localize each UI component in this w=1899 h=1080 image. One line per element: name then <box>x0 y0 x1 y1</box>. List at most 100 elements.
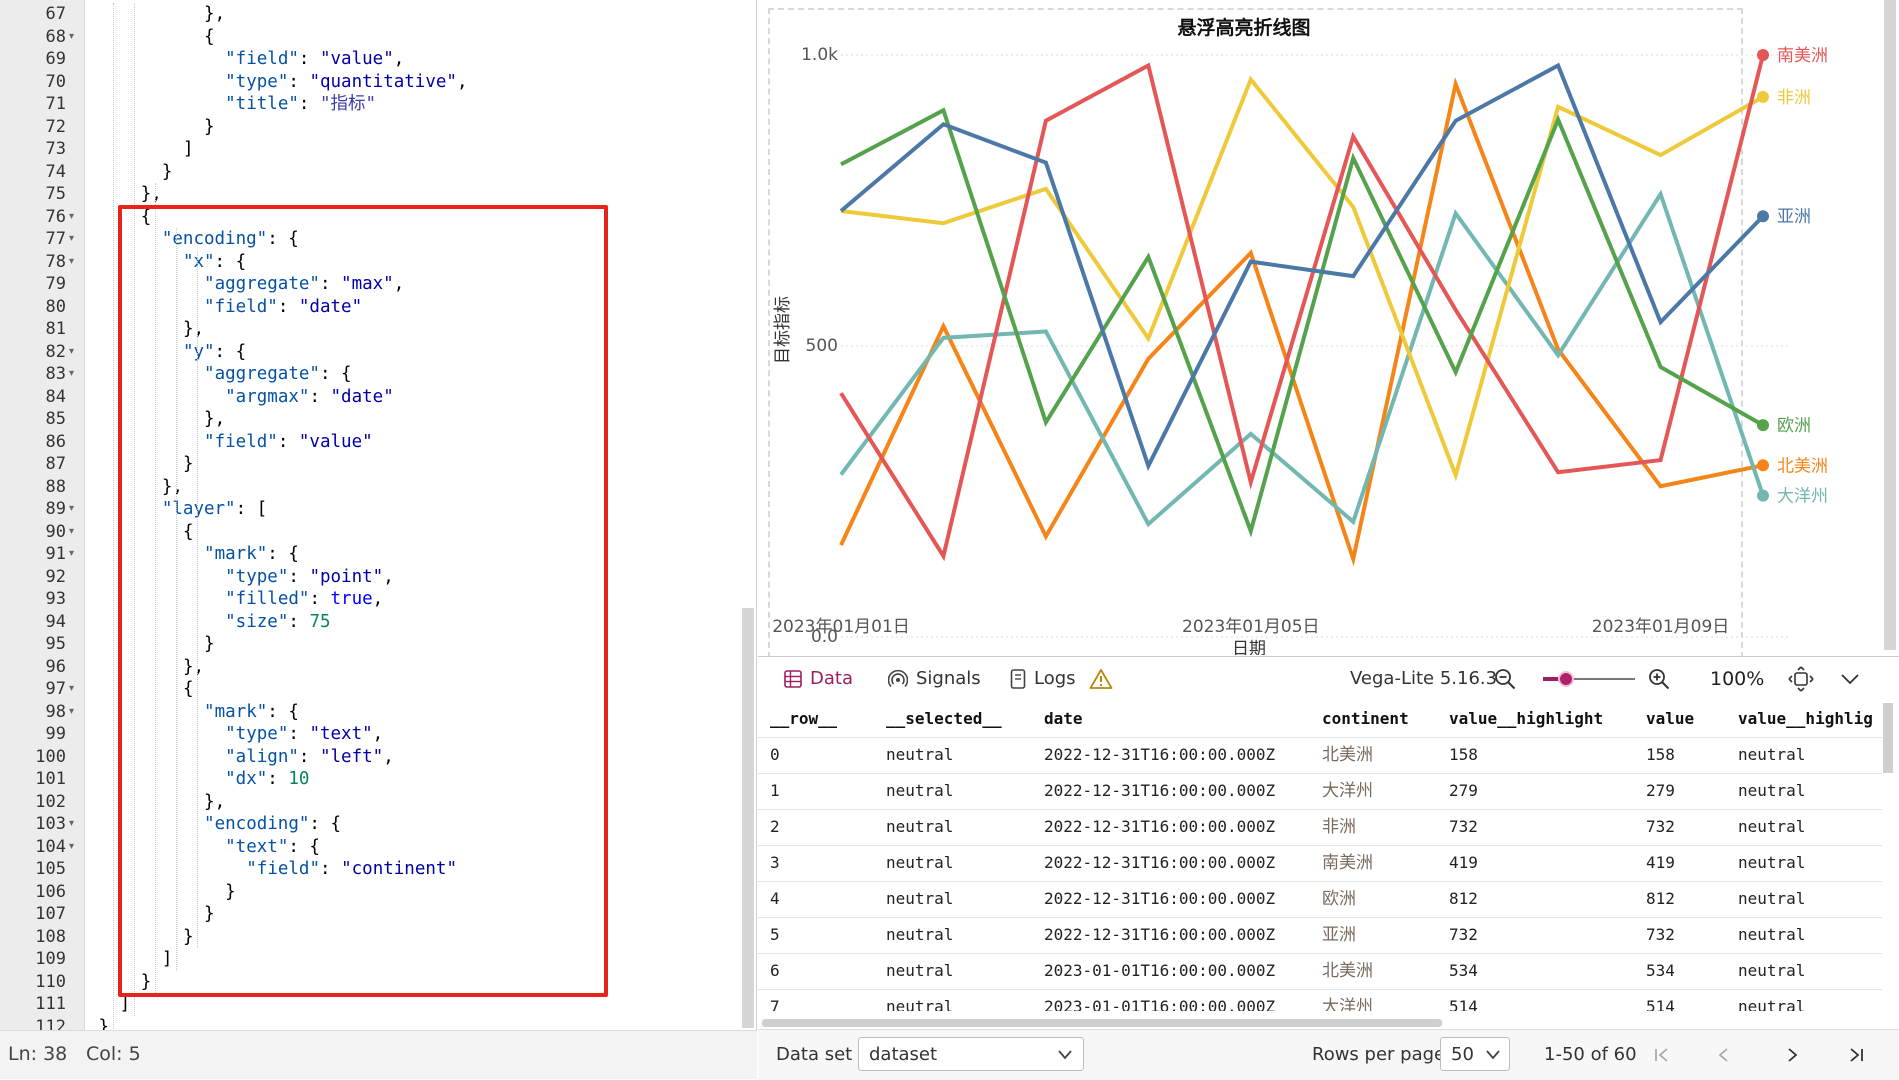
code-line[interactable]: } <box>99 1016 110 1031</box>
line-number: 112 <box>35 1016 66 1031</box>
tab-data[interactable]: Data <box>784 667 853 691</box>
code-token: } <box>204 116 215 137</box>
table-row[interactable]: 3 neutral 2022-12-31T16:00:00.000Z 南美洲 419 41… <box>758 845 1882 882</box>
fold-toggle-icon[interactable]: ▾ <box>69 836 74 859</box>
last-page-icon[interactable] <box>1848 1047 1864 1063</box>
code-line[interactable]: } <box>162 161 173 184</box>
first-page-icon[interactable] <box>1654 1047 1670 1063</box>
fit-view-icon[interactable] <box>1788 666 1814 692</box>
column-header[interactable]: __row__ <box>770 701 837 737</box>
table-cell: neutral <box>886 889 954 908</box>
table-horizontal-scrollbar[interactable] <box>762 1019 1442 1027</box>
chart-scrollbar[interactable] <box>1884 0 1896 650</box>
dataset-select[interactable]: dataset <box>858 1037 1084 1071</box>
editor-scrollbar[interactable] <box>742 608 754 1028</box>
table-cell: neutral <box>886 745 954 764</box>
zoom-slider[interactable] <box>1543 671 1635 687</box>
zoom-in-icon[interactable] <box>1648 668 1670 690</box>
column-header[interactable]: value__highlight <box>1449 701 1603 737</box>
fold-toggle-icon[interactable]: ▾ <box>69 521 74 544</box>
table-row[interactable]: 1 neutral 2022-12-31T16:00:00.000Z 大洋州 279 27… <box>758 773 1882 810</box>
table-cell: 732 <box>1646 817 1675 836</box>
table-row[interactable]: 0 neutral 2022-12-31T16:00:00.000Z 北美洲 158 15… <box>758 737 1882 774</box>
line-number: 91 <box>45 544 66 564</box>
line-number: 105 <box>35 859 66 879</box>
fold-toggle-icon[interactable]: ▾ <box>69 363 74 386</box>
x-axis-label: 日期 <box>1232 639 1266 655</box>
tab-signals[interactable]: Signals <box>888 667 981 691</box>
table-vertical-scrollbar[interactable] <box>1883 703 1893 773</box>
next-page-icon[interactable] <box>1784 1047 1800 1063</box>
fold-toggle-icon[interactable]: ▾ <box>69 251 74 274</box>
previous-page-icon[interactable] <box>1716 1047 1732 1063</box>
line-number: 72 <box>45 116 66 137</box>
code-line[interactable]: "type": "quantitative", <box>225 71 467 94</box>
table-row[interactable]: 2 neutral 2022-12-31T16:00:00.000Z 非洲 732 732… <box>758 809 1882 846</box>
line-chart[interactable]: 0.05001.0k2023年01月01日 2023年01月05日 2023年01月… <box>758 0 1884 655</box>
code-line[interactable]: { <box>204 26 215 49</box>
code-line[interactable]: } <box>204 116 215 139</box>
column-header[interactable]: value <box>1646 701 1694 737</box>
table-row[interactable]: 6 neutral 2023-01-01T16:00:00.000Z 北美洲 534 53… <box>758 953 1882 990</box>
code-line[interactable]: ] <box>183 138 194 161</box>
zoom-out-icon[interactable] <box>1494 668 1516 690</box>
code-line[interactable]: "title": "指标" <box>225 93 376 116</box>
tab-logs[interactable]: Logs <box>1010 667 1113 691</box>
series-end-point <box>1757 210 1769 223</box>
code-line[interactable]: }, <box>141 183 162 206</box>
line-number: 93 <box>45 589 66 609</box>
x-tick-label: 2023年01月09日 <box>1592 617 1730 637</box>
line-number: 87 <box>45 454 66 474</box>
line-number: 76 <box>45 206 66 227</box>
chevron-down-icon[interactable] <box>1840 673 1860 685</box>
code-token: , <box>456 71 468 92</box>
page-range: 1-50 of 60 <box>1544 1044 1637 1065</box>
fold-toggle-icon[interactable]: ▾ <box>69 543 74 566</box>
zoom-slider-thumb[interactable] <box>1558 671 1574 687</box>
series-line <box>839 189 1765 528</box>
line-number: 74 <box>45 161 66 182</box>
fold-toggle-icon[interactable]: ▾ <box>69 701 74 724</box>
column-header[interactable]: value__highlig <box>1738 701 1873 737</box>
table-cell: 419 <box>1646 853 1675 872</box>
series-end-point <box>1757 489 1769 502</box>
line-number: 70 <box>45 71 66 92</box>
table-row[interactable]: 7 neutral 2023-01-01T16:00:00.000Z 大洋州 514 51… <box>758 989 1882 1011</box>
table-cell: 158 <box>1646 745 1675 764</box>
fold-toggle-icon[interactable]: ▾ <box>69 498 74 521</box>
fold-toggle-icon[interactable]: ▾ <box>69 228 74 251</box>
table-row[interactable]: 4 neutral 2022-12-31T16:00:00.000Z 欧洲 812 812… <box>758 881 1882 918</box>
table-cell: 2022-12-31T16:00:00.000Z <box>1044 745 1276 764</box>
code-token: : <box>298 49 320 69</box>
fold-toggle-icon[interactable]: ▾ <box>69 341 74 364</box>
fold-toggle-icon[interactable]: ▾ <box>69 26 74 49</box>
line-number: 100 <box>35 746 66 767</box>
data-table[interactable]: __row__ __selected__ date continent value__h… <box>758 701 1882 1011</box>
fold-toggle-icon[interactable]: ▾ <box>69 813 74 836</box>
code-token: "field" <box>225 49 299 69</box>
series-line <box>839 54 1765 562</box>
code-token: "type" <box>225 71 289 92</box>
code-editor[interactable]: 67 68 ▾ 69 70 71 72 73 74 75 76 ▾ 77 ▾ 78 ▾ 79 80 81 82 ▾ 83 ▾… <box>0 0 757 1030</box>
line-number: 107 <box>35 904 66 924</box>
table-row[interactable]: 5 neutral 2022-12-31T16:00:00.000Z 亚洲 732 732… <box>758 917 1882 954</box>
table-cell: 2022-12-31T16:00:00.000Z <box>1044 817 1276 836</box>
viewer-toolbar: Data Signals Logs Vega-Lite 5.16.3 100% <box>758 657 1899 701</box>
fold-toggle-icon[interactable]: ▾ <box>69 678 74 701</box>
column-header[interactable]: __selected__ <box>886 701 1002 737</box>
line-number: 90 <box>45 521 66 542</box>
line-number: 85 <box>45 409 66 429</box>
column-header[interactable]: continent <box>1322 701 1409 737</box>
code-token: "quantitative" <box>309 71 457 92</box>
line-number: 89 <box>45 499 66 519</box>
fold-toggle-icon[interactable]: ▾ <box>69 206 74 229</box>
column-header[interactable]: date <box>1044 701 1083 737</box>
code-line[interactable]: }, <box>204 3 225 26</box>
code-line[interactable]: "field": "value", <box>225 48 404 71</box>
rows-per-page-select[interactable]: 50 <box>1440 1037 1510 1071</box>
table-cell: 非洲 <box>1322 817 1356 837</box>
line-number: 71 <box>45 94 66 114</box>
series-line <box>840 107 1764 538</box>
table-cell: 279 <box>1449 781 1478 800</box>
table-cell: neutral <box>886 781 954 800</box>
